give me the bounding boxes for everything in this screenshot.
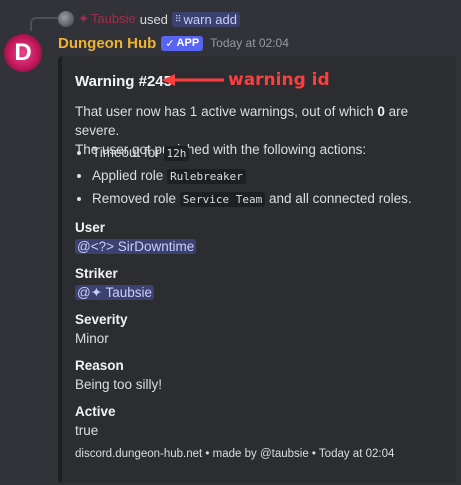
app-badge-label: APP [176, 37, 200, 49]
action-text: and all connected roles. [265, 191, 412, 206]
action-text: Timeout for [92, 145, 164, 160]
avatar-letter: D [14, 39, 32, 66]
check-icon: ✓ [165, 37, 175, 50]
field-active: Active true [75, 402, 116, 441]
command-mention[interactable]: ⠿ warn add [171, 11, 240, 27]
description-text: That user now has 1 active warnings, out… [75, 104, 378, 119]
warning-embed: Warning #245 warning id That user now ha… [58, 56, 456, 483]
reply-context[interactable]: ✦ Taubsie used ⠿ warn add [58, 10, 240, 28]
message-header: Dungeon Hub ✓ APP Today at 02:04 [58, 34, 289, 52]
action-item: Timeout for 12h [92, 141, 412, 164]
action-item: Applied role Rulebreaker [92, 164, 412, 187]
field-user: User @<?> SirDowntime [75, 218, 197, 257]
user-mention[interactable]: @<?> SirDowntime [75, 239, 197, 254]
field-value: Being too silly! [75, 377, 163, 392]
action-item: Removed role Service Team and all connec… [92, 187, 412, 210]
bot-avatar[interactable]: D [4, 34, 42, 72]
field-severity: Severity Minor [75, 310, 128, 349]
replied-user-avatar[interactable] [58, 11, 74, 27]
field-name: Severity [75, 312, 128, 327]
severe-count: 0 [377, 104, 385, 119]
bot-username[interactable]: Dungeon Hub [58, 35, 156, 52]
annotation: warning id [162, 70, 330, 90]
action-code: 12h [163, 146, 190, 161]
annotation-label: warning id [228, 70, 330, 90]
field-striker: Striker @✦ Taubsie [75, 264, 155, 303]
replied-username[interactable]: ✦ Taubsie [78, 11, 136, 27]
actions-list: Timeout for 12h Applied role Rulebreaker… [75, 141, 412, 210]
field-value: true [75, 423, 99, 438]
reply-connector-line [30, 17, 58, 31]
action-code: Rulebreaker [167, 169, 246, 184]
message-timestamp[interactable]: Today at 02:04 [210, 36, 289, 50]
sparkle-icon: ✦ [78, 11, 89, 26]
used-label: used [139, 11, 168, 27]
app-badge: ✓ APP [161, 35, 204, 51]
field-name: User [75, 220, 106, 235]
embed-footer: discord.dungeon-hub.net • made by @taubs… [75, 448, 395, 460]
field-name: Striker [75, 266, 118, 281]
red-arrow-icon [162, 74, 224, 86]
action-code: Service Team [179, 192, 266, 207]
field-name: Reason [75, 358, 124, 373]
field-reason: Reason Being too silly! [75, 356, 162, 395]
action-text: Removed role [92, 191, 180, 206]
action-text: Applied role [92, 168, 168, 183]
embed-title: Warning #245 [75, 73, 172, 90]
field-name: Active [75, 404, 116, 419]
replied-username-text: Taubsie [90, 11, 136, 26]
command-name: warn add [183, 11, 237, 27]
field-value: Minor [75, 331, 109, 346]
striker-mention[interactable]: @✦ Taubsie [75, 285, 155, 300]
slash-command-icon: ⠿ [174, 13, 182, 24]
